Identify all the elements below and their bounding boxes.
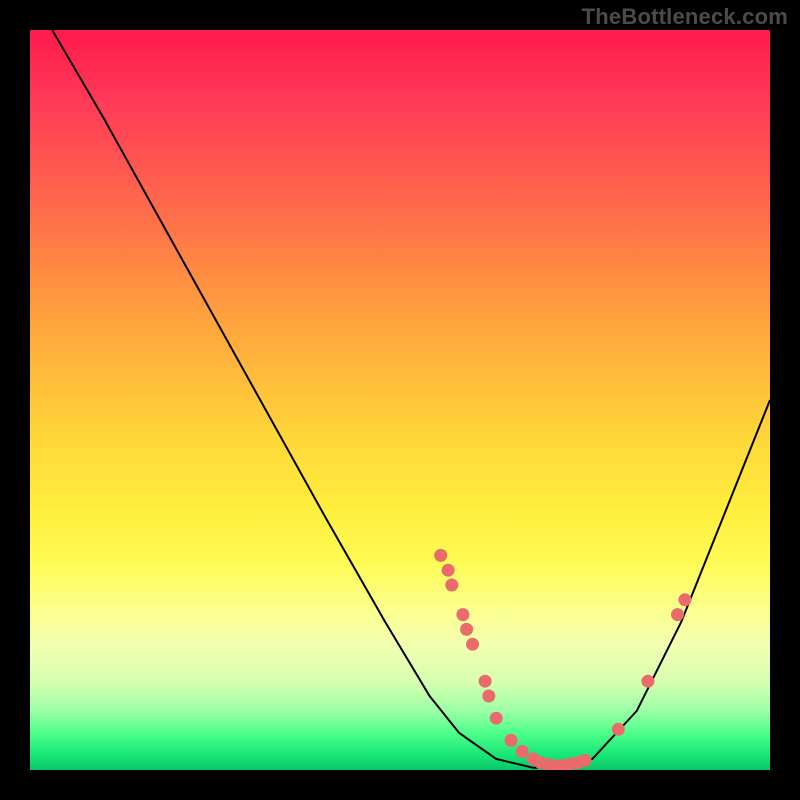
highlight-dot: [678, 593, 691, 606]
highlight-dot: [490, 712, 503, 725]
chart-frame: TheBottleneck.com: [0, 0, 800, 800]
highlight-dot: [460, 623, 473, 636]
highlight-dots: [434, 549, 691, 770]
highlight-dot: [641, 675, 654, 688]
highlight-dot: [434, 549, 447, 562]
highlight-dot: [445, 579, 458, 592]
highlight-dot: [482, 690, 495, 703]
highlight-dot: [456, 608, 469, 621]
chart-svg: [30, 30, 770, 770]
highlight-dot: [442, 564, 455, 577]
bottleneck-curve: [52, 30, 770, 768]
highlight-dot: [671, 608, 684, 621]
highlight-dot: [479, 675, 492, 688]
plot-area: [30, 30, 770, 770]
highlight-dot: [612, 723, 625, 736]
highlight-dot: [466, 638, 479, 651]
watermark-text: TheBottleneck.com: [582, 4, 788, 30]
highlight-dot: [579, 754, 592, 767]
highlight-dot: [516, 745, 529, 758]
highlight-dot: [505, 734, 518, 747]
